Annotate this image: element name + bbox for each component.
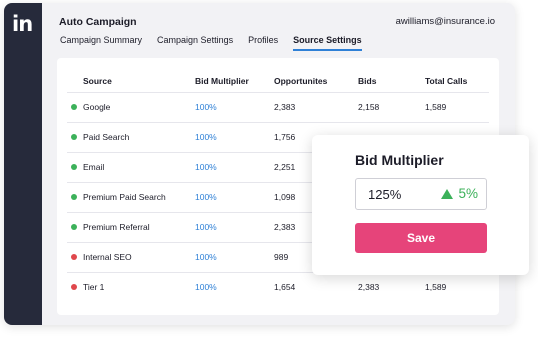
bid-multiplier-cell[interactable]: 100% bbox=[195, 211, 274, 242]
status-cell bbox=[67, 241, 83, 272]
column-header-total-calls[interactable]: Total Calls bbox=[425, 70, 489, 92]
app-logo[interactable]: in bbox=[12, 13, 34, 35]
table-row[interactable]: Tier 1 100% 1,654 2,383 1,589 bbox=[67, 271, 489, 302]
source-cell: Paid Search bbox=[83, 121, 195, 152]
tab-profiles[interactable]: Profiles bbox=[248, 35, 278, 51]
status-cell bbox=[67, 151, 83, 182]
tab-source-settings[interactable]: Source Settings bbox=[293, 35, 362, 51]
sidebar: in bbox=[4, 3, 42, 325]
status-cell bbox=[67, 271, 83, 302]
source-cell: Premium Referral bbox=[83, 211, 195, 242]
bid-multiplier-card: Bid Multiplier 125% 5% Save bbox=[312, 135, 529, 275]
bid-multiplier-cell[interactable]: 100% bbox=[195, 151, 274, 182]
column-header-bid-multiplier[interactable]: Bid Multiplier bbox=[195, 70, 274, 92]
tab-campaign-settings[interactable]: Campaign Settings bbox=[157, 35, 233, 51]
bid-multiplier-cell[interactable]: 100% bbox=[195, 271, 274, 302]
status-column-header bbox=[67, 70, 83, 92]
bid-multiplier-cell[interactable]: 100% bbox=[195, 181, 274, 212]
opportunities-cell: 1,654 bbox=[274, 271, 358, 302]
total-calls-cell: 1,589 bbox=[425, 271, 489, 302]
user-email[interactable]: awilliams@insurance.io bbox=[396, 16, 495, 27]
bid-multiplier-cell[interactable]: 100% bbox=[195, 91, 274, 122]
status-dot-icon bbox=[71, 134, 77, 140]
bid-multiplier-input[interactable]: 125% 5% bbox=[355, 178, 487, 210]
save-button[interactable]: Save bbox=[355, 223, 487, 253]
arrow-up-icon bbox=[441, 188, 454, 199]
bid-change-indicator: 5% bbox=[441, 186, 478, 201]
source-cell: Email bbox=[83, 151, 195, 182]
page-title: Auto Campaign bbox=[59, 16, 137, 28]
bids-cell: 2,383 bbox=[358, 271, 425, 302]
status-dot-icon bbox=[71, 164, 77, 170]
status-dot-icon bbox=[71, 104, 77, 110]
tab-bar: Campaign Summary Campaign Settings Profi… bbox=[60, 35, 377, 51]
status-cell bbox=[67, 211, 83, 242]
status-cell bbox=[67, 181, 83, 212]
status-dot-icon bbox=[71, 254, 77, 260]
source-cell: Google bbox=[83, 91, 195, 122]
column-header-bids[interactable]: Bids bbox=[358, 70, 425, 92]
bid-change-value: 5% bbox=[458, 186, 478, 201]
status-dot-icon bbox=[71, 284, 77, 291]
screen: in Auto Campaign awilliams@insurance.io … bbox=[0, 0, 538, 337]
status-cell bbox=[67, 91, 83, 122]
status-cell bbox=[67, 121, 83, 152]
bid-multiplier-cell[interactable]: 100% bbox=[195, 241, 274, 272]
status-dot-icon bbox=[71, 194, 77, 200]
bids-cell: 2,158 bbox=[358, 91, 425, 122]
bid-multiplier-cell[interactable]: 100% bbox=[195, 121, 274, 152]
table-row[interactable]: Google 100% 2,383 2,158 1,589 bbox=[67, 91, 489, 122]
source-cell: Internal SEO bbox=[83, 241, 195, 272]
source-cell: Premium Paid Search bbox=[83, 181, 195, 212]
table-header-row: Source Bid Multiplier Opportunites Bids … bbox=[67, 70, 489, 92]
tab-campaign-summary[interactable]: Campaign Summary bbox=[60, 35, 142, 51]
opportunities-cell: 2,383 bbox=[274, 91, 358, 122]
status-dot-icon bbox=[71, 224, 77, 230]
source-cell: Tier 1 bbox=[83, 271, 195, 302]
total-calls-cell: 1,589 bbox=[425, 91, 489, 122]
column-header-opportunities[interactable]: Opportunites bbox=[274, 70, 358, 92]
bid-card-title: Bid Multiplier bbox=[355, 152, 444, 168]
column-header-source[interactable]: Source bbox=[83, 70, 195, 92]
bid-multiplier-value: 125% bbox=[368, 187, 402, 202]
